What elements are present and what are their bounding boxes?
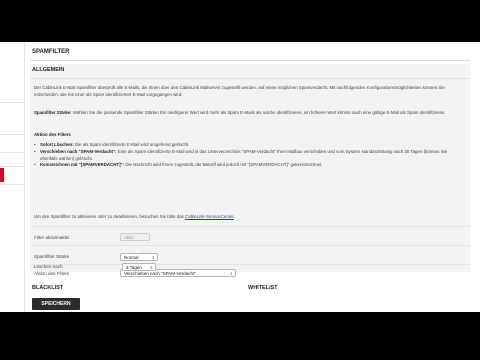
delete-after-label: Löschen nach (34, 264, 63, 269)
delete-after-select[interactable]: 3 Tagen ⇕ (122, 263, 156, 271)
nav-divider (0, 134, 24, 135)
list-item: Sofort Löschen: Die als Spam identifizie… (34, 142, 459, 149)
list-item: Verschieben nach "SPAM-Verdacht": Eine a… (34, 149, 459, 163)
list-item: Kennzeichnen mit "[SPAMVERDACHT]": Die N… (34, 162, 459, 169)
hint-text: Um den Spamfilter zu aktivieren oder zu … (34, 214, 184, 219)
section-divider (30, 78, 470, 79)
intro-text: Der CableLink E-Mail Spamfilter überprüf… (34, 85, 445, 97)
title-divider (30, 60, 470, 61)
list-item-text: Die Nachricht wird Ihnen zugestellt, der… (125, 162, 323, 168)
chevron-updown-icon: ⇕ (149, 265, 153, 270)
action-label: Aktion des Filters (34, 271, 70, 276)
blacklist-heading: BLACKLIST (32, 285, 64, 291)
list-item-label: Kennzeichnen mit "[SPAMVERDACHT]": (40, 162, 125, 168)
service-center-hint: Um den Spamfilter zu aktivieren oder zu … (34, 214, 459, 221)
nav-divider (0, 166, 24, 167)
whitelist-heading: WHITELIST (248, 285, 278, 291)
section-title: ALLGEMEIN (32, 67, 65, 73)
filter-active-label: Filter aktiv/inaktiv (34, 235, 70, 240)
strength-description-text: Wählen Sie die passende Spamfilter Stärk… (72, 110, 446, 115)
nav-divider (0, 184, 24, 185)
main-content: SPAMFILTER ALLGEMEIN Der CableLink E-Mai… (30, 42, 470, 312)
page-title: SPAMFILTER (32, 49, 70, 55)
chevron-updown-icon: ⇕ (151, 255, 155, 260)
action-heading: Aktion des Filters (34, 132, 71, 137)
nav-active-indicator[interactable] (0, 168, 4, 182)
filter-active-select: Aktiv (120, 233, 150, 241)
delete-after-value: 3 Tagen (126, 265, 142, 270)
nav-divider (0, 102, 24, 103)
filter-active-value: Aktiv (124, 235, 134, 240)
list-item-label: Sofort Löschen: (40, 142, 74, 147)
list-item-label: Verschieben nach "SPAM-Verdacht": (40, 148, 117, 154)
action-list: Sofort Löschen: Die als Spam identifizie… (34, 142, 459, 169)
form-divider (30, 245, 470, 246)
strength-select[interactable]: Normal ⇕ (120, 253, 158, 261)
strength-description: Spamfilter Stärke: Wählen Sie die passen… (34, 110, 459, 117)
list-item-text: Die als Spam identifizierte E-Mail wird … (74, 142, 190, 147)
left-navigation (0, 42, 25, 312)
general-panel: ALLGEMEIN Der CableLink E-Mail Spamfilte… (30, 64, 470, 272)
strength-description-label: Spamfilter Stärke: (34, 110, 72, 115)
strength-value: Normal (124, 255, 139, 260)
service-center-link[interactable]: CableLink-ServiceCenter (185, 214, 234, 219)
form-divider (30, 226, 470, 227)
hint-end: . (233, 214, 235, 219)
chevron-updown-icon: ⇕ (229, 271, 233, 276)
nav-divider (0, 152, 24, 153)
form-divider (30, 264, 470, 265)
save-button[interactable]: SPEICHERN (32, 298, 80, 310)
browser-viewport: SPAMFILTER ALLGEMEIN Der CableLink E-Mai… (0, 42, 480, 312)
strength-label: Spamfilter Stärke (34, 254, 70, 259)
